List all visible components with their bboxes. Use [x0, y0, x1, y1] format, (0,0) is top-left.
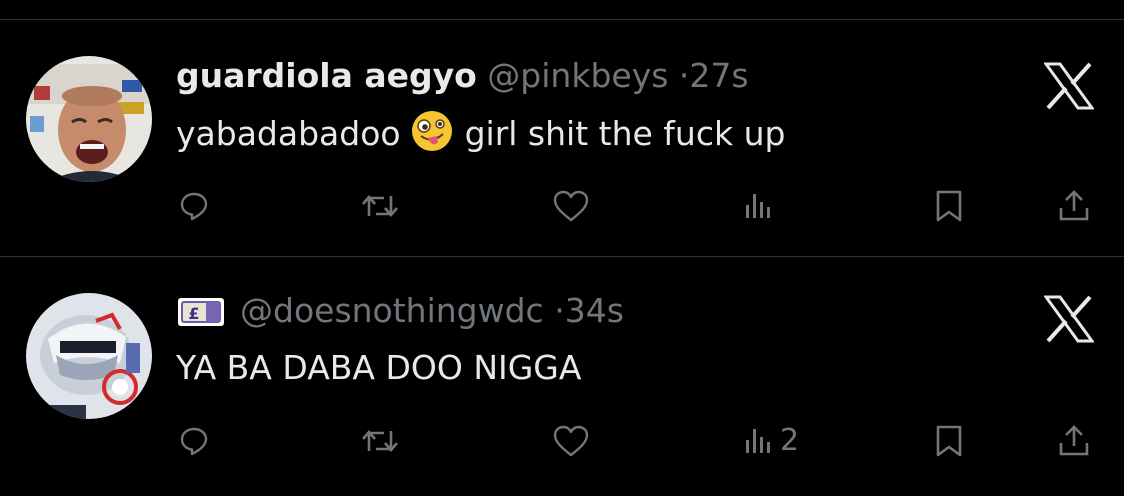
timestamp[interactable]: 27s: [689, 56, 748, 95]
share-icon: [1059, 425, 1089, 456]
tweet-header: £ @doesnothingwdc ·34s: [176, 291, 624, 331]
tweet-header: guardiola aegyo @pinkbeys ·27s: [176, 56, 749, 96]
svg-text:£: £: [188, 304, 199, 323]
x-logo-icon[interactable]: [1043, 295, 1095, 343]
repost-icon: [362, 195, 398, 217]
bookmark-icon: [936, 425, 962, 457]
avatar[interactable]: [26, 293, 152, 419]
handle[interactable]: @doesnothingwdc: [240, 291, 544, 330]
like-button[interactable]: [552, 186, 590, 226]
reply-icon: [180, 427, 208, 456]
separator-dot: ·: [678, 56, 690, 95]
views-count: 2: [780, 423, 800, 458]
like-button[interactable]: [552, 421, 590, 461]
x-logo-icon[interactable]: [1043, 62, 1095, 110]
bookmark-button[interactable]: [934, 421, 964, 461]
tweet-text: YA BA DABA DOO NIGGA: [176, 348, 582, 387]
share-button[interactable]: [1058, 421, 1090, 461]
views-icon: [746, 194, 770, 218]
share-button[interactable]: [1058, 186, 1090, 226]
share-icon: [1059, 190, 1089, 221]
tweet[interactable]: guardiola aegyo @pinkbeys ·27s yabadabad…: [0, 20, 1124, 256]
views-button[interactable]: 2: [742, 421, 799, 461]
heart-icon: [553, 425, 589, 457]
repost-button[interactable]: [360, 186, 400, 226]
reply-icon: [180, 192, 208, 221]
separator-dot: ·: [554, 291, 565, 330]
views-button[interactable]: [742, 186, 780, 226]
display-name[interactable]: guardiola aegyo: [176, 56, 477, 95]
handle[interactable]: @pinkbeys: [487, 56, 668, 95]
repost-icon: [362, 430, 398, 452]
bookmark-icon: [936, 190, 962, 222]
heart-icon: [553, 190, 589, 222]
reply-button[interactable]: [178, 421, 216, 461]
tweet-text-part: girl shit the fuck up: [464, 114, 786, 153]
tweet-text-part: yabadabadoo: [176, 114, 401, 153]
bookmark-button[interactable]: [934, 186, 964, 226]
timestamp[interactable]: 34s: [565, 291, 624, 330]
tweet-text: yabadabadoo girl shit the fuck up: [176, 110, 785, 155]
zany-face-emoji: [411, 110, 453, 152]
avatar[interactable]: [26, 56, 152, 182]
views-icon: [746, 429, 770, 453]
repost-button[interactable]: [360, 421, 400, 461]
reply-button[interactable]: [178, 186, 216, 226]
tweet[interactable]: £ @doesnothingwdc ·34s YA BA DABA DOO NI…: [0, 257, 1124, 493]
pound-banknote-emoji: £: [176, 294, 226, 328]
